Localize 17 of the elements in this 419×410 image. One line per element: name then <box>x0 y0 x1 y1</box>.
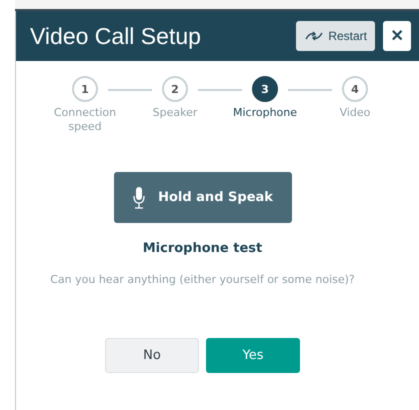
decline-button[interactable]: No <box>105 338 199 373</box>
step-number[interactable]: 3 <box>252 76 278 102</box>
test-title: Microphone test <box>142 241 262 256</box>
step-label: Connection speed <box>52 106 118 134</box>
step-label: Microphone <box>232 106 298 120</box>
hold-and-speak-button[interactable]: Hold and Speak <box>114 172 292 223</box>
window-title: Video Call Setup <box>30 22 202 50</box>
step-label: Video <box>338 106 372 120</box>
step-number[interactable]: 2 <box>162 76 188 102</box>
restart-button[interactable]: Restart <box>296 21 375 51</box>
refresh-icon <box>304 30 324 42</box>
step-number[interactable]: 1 <box>72 76 98 102</box>
step-number[interactable]: 4 <box>342 76 368 102</box>
microphone-icon <box>132 186 146 210</box>
step-label: Speaker <box>152 106 198 120</box>
question-text: Can you hear anything (either yourself or some noise)? <box>50 273 355 286</box>
close-button[interactable]: ✕ <box>383 21 411 51</box>
